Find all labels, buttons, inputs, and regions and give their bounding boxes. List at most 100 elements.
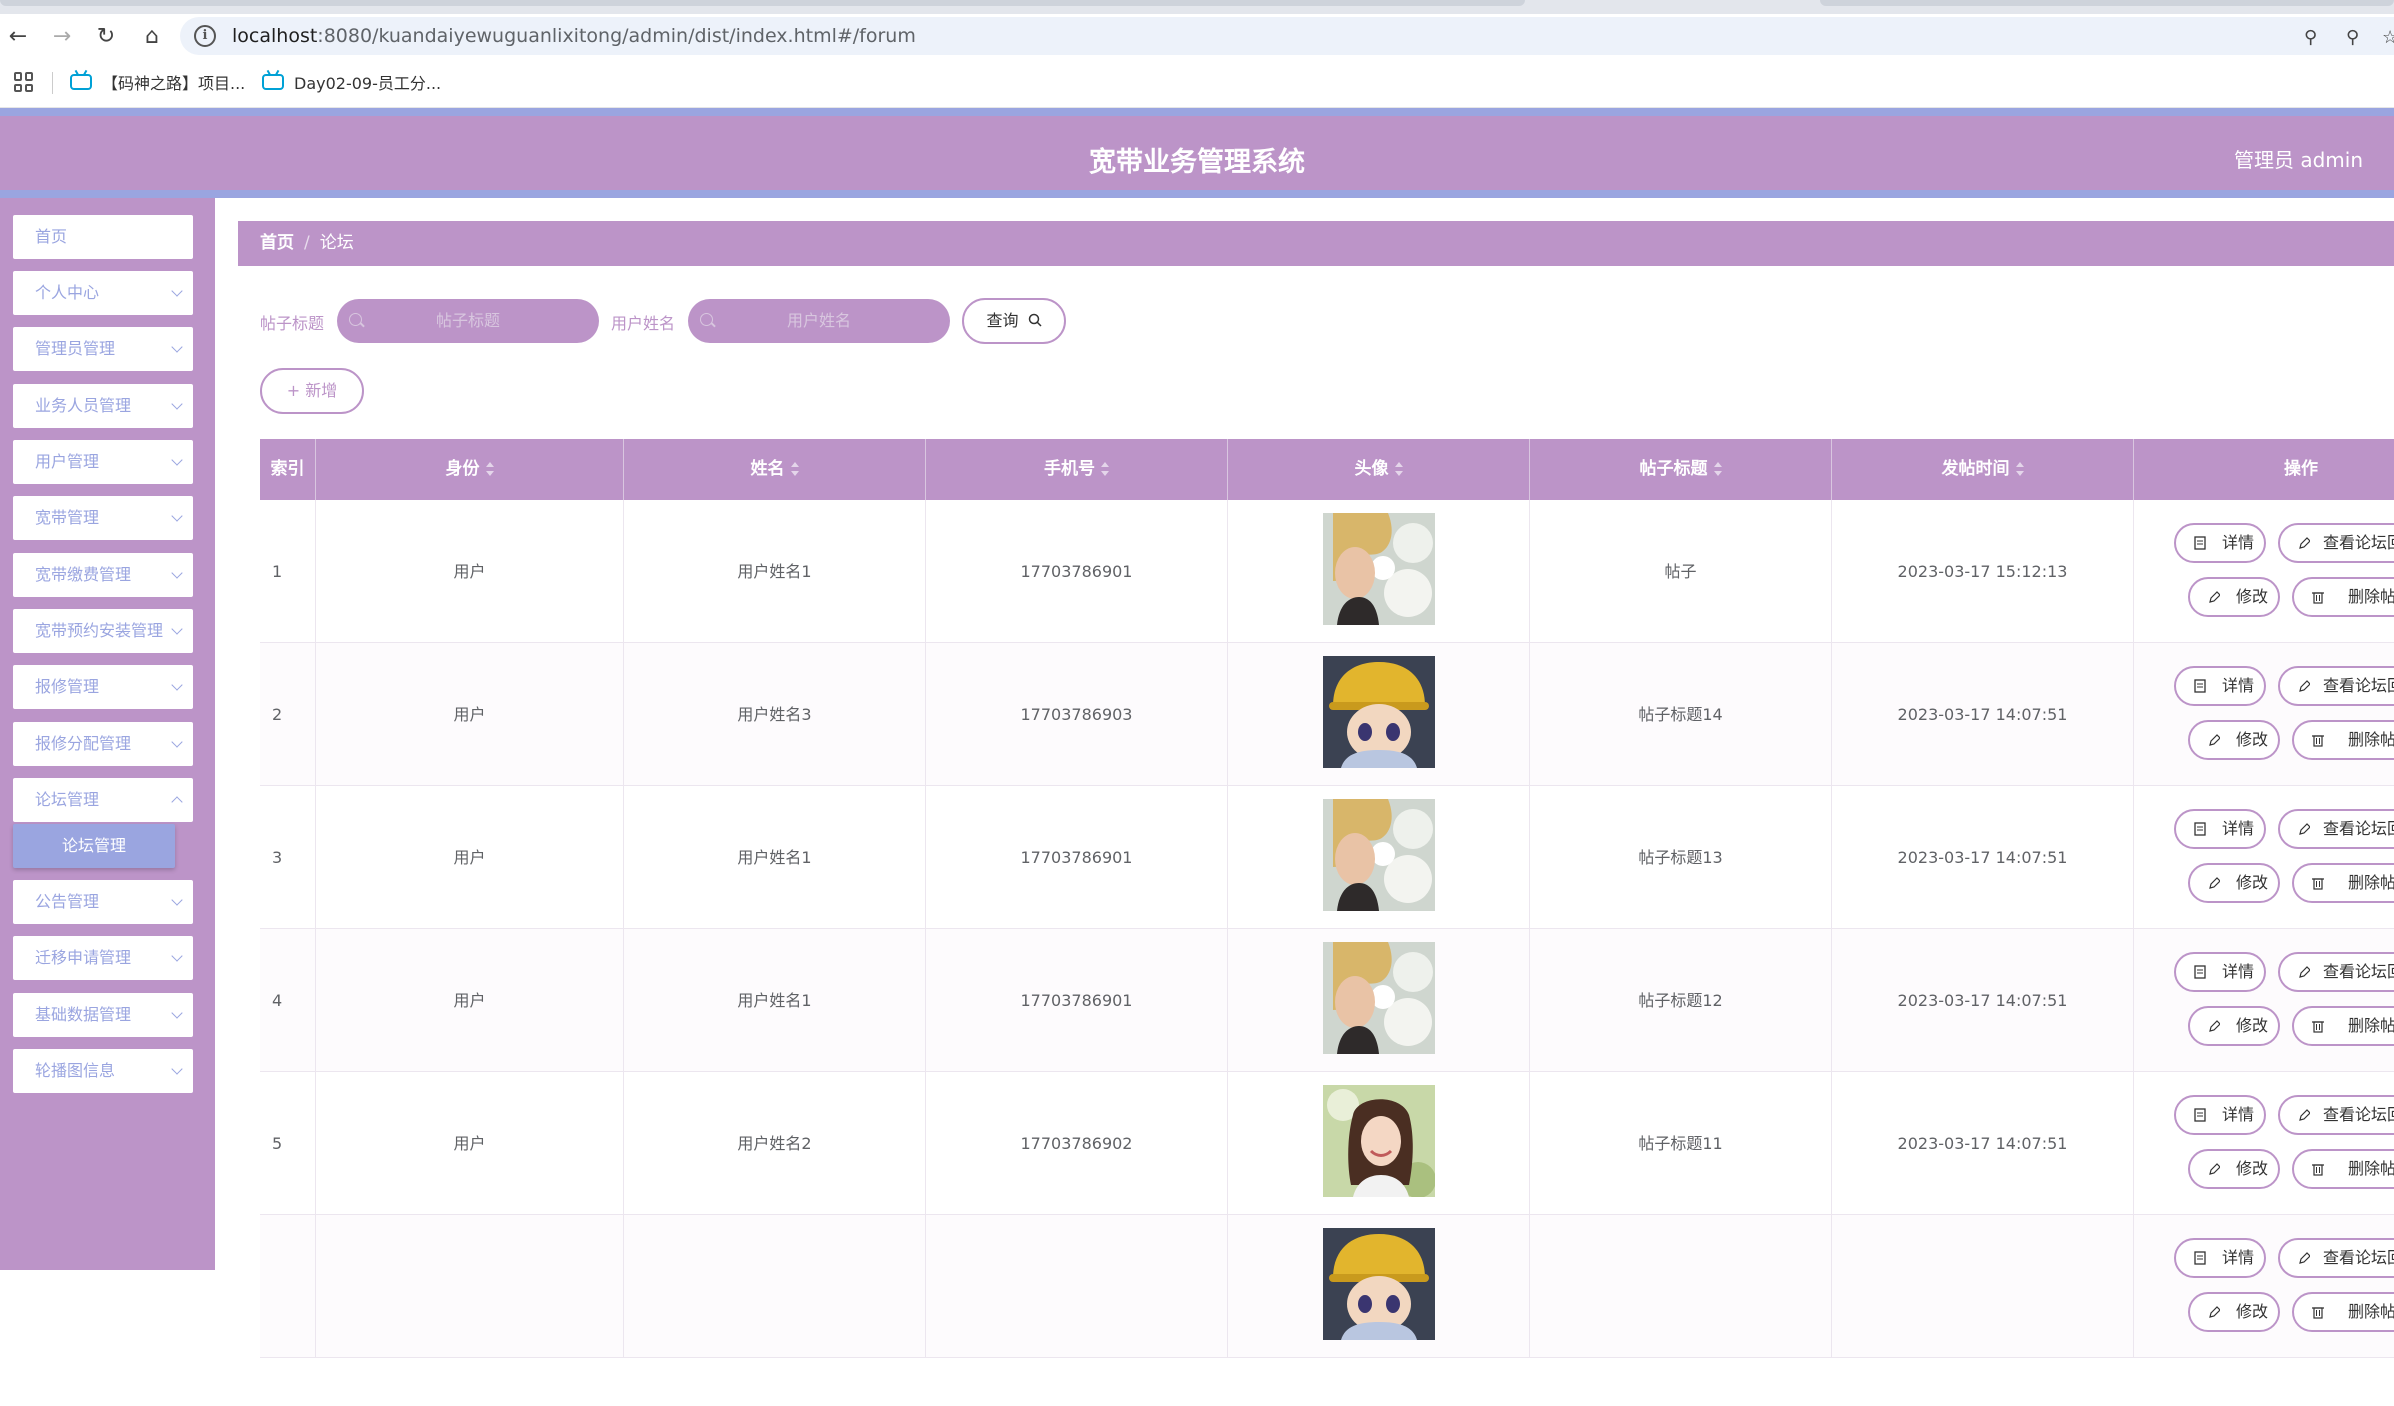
home-icon[interactable]: ⌂ bbox=[138, 22, 166, 50]
view-replies-button[interactable]: 查看论坛回复 bbox=[2278, 809, 2394, 849]
breadcrumb-home[interactable]: 首页 bbox=[260, 233, 294, 253]
column-header-time[interactable]: 发帖时间 bbox=[1832, 439, 2134, 500]
browser-tab[interactable] bbox=[0, 0, 1525, 6]
detail-button[interactable]: 详情 bbox=[2174, 1095, 2266, 1135]
cell-time: 2023-03-17 14:07:51 bbox=[1832, 643, 2134, 786]
bookmarks-divider bbox=[52, 72, 53, 94]
edit-button[interactable]: 修改 bbox=[2188, 577, 2280, 617]
detail-button-label: 详情 bbox=[2221, 1248, 2254, 1267]
reload-icon[interactable]: ↻ bbox=[92, 22, 120, 50]
bookmark-item[interactable]: Day02-09-员工分... bbox=[262, 70, 441, 94]
back-icon[interactable]: ← bbox=[4, 22, 32, 50]
delete-button[interactable]: 删除帖子 bbox=[2292, 577, 2394, 617]
sidebar-item-broadband[interactable]: 宽带管理 bbox=[13, 496, 193, 540]
edit-button[interactable]: 修改 bbox=[2188, 1292, 2280, 1332]
current-user[interactable]: 管理员 admin bbox=[2234, 144, 2394, 173]
sidebar-item-home[interactable]: 首页 bbox=[13, 215, 193, 259]
browser-tab[interactable] bbox=[1820, 0, 2394, 6]
sidebar-item-staff[interactable]: 业务人员管理 bbox=[13, 384, 193, 428]
zoom-icon[interactable]: ⚲ bbox=[2346, 27, 2359, 48]
detail-button[interactable]: 详情 bbox=[2174, 1238, 2266, 1278]
sidebar-subitem-forum[interactable]: 论坛管理 bbox=[13, 824, 175, 868]
avatar[interactable] bbox=[1322, 942, 1435, 1054]
sidebar-item-base-data[interactable]: 基础数据管理 bbox=[13, 993, 193, 1037]
avatar[interactable] bbox=[1322, 799, 1435, 911]
column-header-phone[interactable]: 手机号 bbox=[926, 439, 1228, 500]
sort-icon[interactable] bbox=[2015, 462, 2024, 476]
delete-button[interactable]: 删除帖子 bbox=[2292, 720, 2394, 760]
detail-button-label: 详情 bbox=[2221, 533, 2254, 552]
cell-name: 用户姓名3 bbox=[624, 643, 926, 786]
avatar[interactable] bbox=[1322, 656, 1435, 768]
plus-icon: + bbox=[286, 381, 301, 400]
breadcrumb-separator: / bbox=[304, 233, 310, 253]
apps-icon[interactable] bbox=[14, 72, 34, 92]
sidebar-item-carousel[interactable]: 轮播图信息 bbox=[13, 1049, 193, 1093]
delete-button[interactable]: 删除帖子 bbox=[2292, 1292, 2394, 1332]
edit-button-label: 修改 bbox=[2235, 1159, 2268, 1178]
column-header-avatar[interactable]: 头像 bbox=[1228, 439, 1530, 500]
sort-icon[interactable] bbox=[1394, 462, 1403, 476]
chevron-down-icon bbox=[171, 1063, 183, 1075]
column-header-identity[interactable]: 身份 bbox=[316, 439, 624, 500]
cell-title: 帖子标题14 bbox=[1530, 643, 1832, 786]
column-header-name[interactable]: 姓名 bbox=[624, 439, 926, 500]
view-replies-button-label: 查看论坛回复 bbox=[2322, 676, 2394, 695]
title-search-input[interactable]: 帖子标题 bbox=[337, 299, 599, 343]
address-bar[interactable]: i localhost:8080/kuandaiyewuguanlixitong… bbox=[180, 17, 2394, 55]
detail-button[interactable]: 详情 bbox=[2174, 952, 2266, 992]
sort-icon[interactable] bbox=[790, 462, 799, 476]
cell-title: 帖子标题11 bbox=[1530, 1072, 1832, 1215]
add-button[interactable]: + 新增 bbox=[260, 368, 364, 414]
star-icon[interactable]: ☆ bbox=[2382, 27, 2394, 48]
edit-button[interactable]: 修改 bbox=[2188, 1006, 2280, 1046]
sort-icon[interactable] bbox=[1713, 462, 1722, 476]
cell-time: 2023-03-17 14:07:51 bbox=[1832, 1072, 2134, 1215]
view-replies-button[interactable]: 查看论坛回复 bbox=[2278, 523, 2394, 563]
sidebar-item-forum[interactable]: 论坛管理 bbox=[13, 778, 193, 822]
sidebar-item-installations[interactable]: 宽带预约安装管理 bbox=[13, 609, 193, 653]
chevron-down-icon bbox=[171, 398, 183, 410]
bookmark-item[interactable]: 【码神之路】项目... bbox=[70, 70, 245, 94]
name-search-input[interactable]: 用户姓名 bbox=[688, 299, 950, 343]
avatar[interactable] bbox=[1322, 513, 1435, 625]
table-row: 1 用户 用户姓名1 17703786901 帖子 2023-03-17 15:12:13… bbox=[260, 500, 2394, 643]
edit-button[interactable]: 修改 bbox=[2188, 863, 2280, 903]
edit-button[interactable]: 修改 bbox=[2188, 1149, 2280, 1189]
sidebar-item-payments[interactable]: 宽带缴费管理 bbox=[13, 553, 193, 597]
delete-button[interactable]: 删除帖子 bbox=[2292, 863, 2394, 903]
column-header-title[interactable]: 帖子标题 bbox=[1530, 439, 1832, 500]
view-replies-button[interactable]: 查看论坛回复 bbox=[2278, 1095, 2394, 1135]
cell-index: 5 bbox=[260, 1072, 316, 1215]
sidebar-item-profile[interactable]: 个人中心 bbox=[13, 271, 193, 315]
sidebar-item-repairs[interactable]: 报修管理 bbox=[13, 665, 193, 709]
edit-button-label: 修改 bbox=[2235, 1302, 2268, 1321]
view-replies-button[interactable]: 查看论坛回复 bbox=[2278, 952, 2394, 992]
view-replies-button[interactable]: 查看论坛回复 bbox=[2278, 1238, 2394, 1278]
query-button[interactable]: 查询 bbox=[962, 298, 1066, 344]
delete-button[interactable]: 删除帖子 bbox=[2292, 1006, 2394, 1046]
sidebar-item-repair-assign[interactable]: 报修分配管理 bbox=[13, 722, 193, 766]
delete-button[interactable]: 删除帖子 bbox=[2292, 1149, 2394, 1189]
sort-icon[interactable] bbox=[485, 462, 494, 476]
key-icon[interactable]: ⚲ bbox=[2304, 27, 2317, 48]
cell-actions: 详情 查看论坛回复修改 删除帖子 bbox=[2134, 1215, 2394, 1358]
chevron-down-icon bbox=[171, 285, 183, 297]
detail-button[interactable]: 详情 bbox=[2174, 523, 2266, 563]
view-replies-button[interactable]: 查看论坛回复 bbox=[2278, 666, 2394, 706]
avatar[interactable] bbox=[1322, 1085, 1436, 1198]
sidebar-item-notices[interactable]: 公告管理 bbox=[13, 880, 193, 924]
detail-button[interactable]: 详情 bbox=[2174, 809, 2266, 849]
chevron-down-icon bbox=[171, 510, 183, 522]
forward-icon[interactable]: → bbox=[48, 22, 76, 50]
sidebar-item-users[interactable]: 用户管理 bbox=[13, 440, 193, 484]
sidebar-item-admins[interactable]: 管理员管理 bbox=[13, 327, 193, 371]
cell-name: 用户姓名2 bbox=[624, 1072, 926, 1215]
cell-title bbox=[1530, 1215, 1832, 1358]
site-info-icon[interactable]: i bbox=[194, 25, 216, 47]
avatar[interactable] bbox=[1322, 1228, 1435, 1340]
detail-button[interactable]: 详情 bbox=[2174, 666, 2266, 706]
sidebar-item-migration[interactable]: 迁移申请管理 bbox=[13, 936, 193, 980]
sort-icon[interactable] bbox=[1101, 462, 1109, 476]
edit-button[interactable]: 修改 bbox=[2188, 720, 2280, 760]
